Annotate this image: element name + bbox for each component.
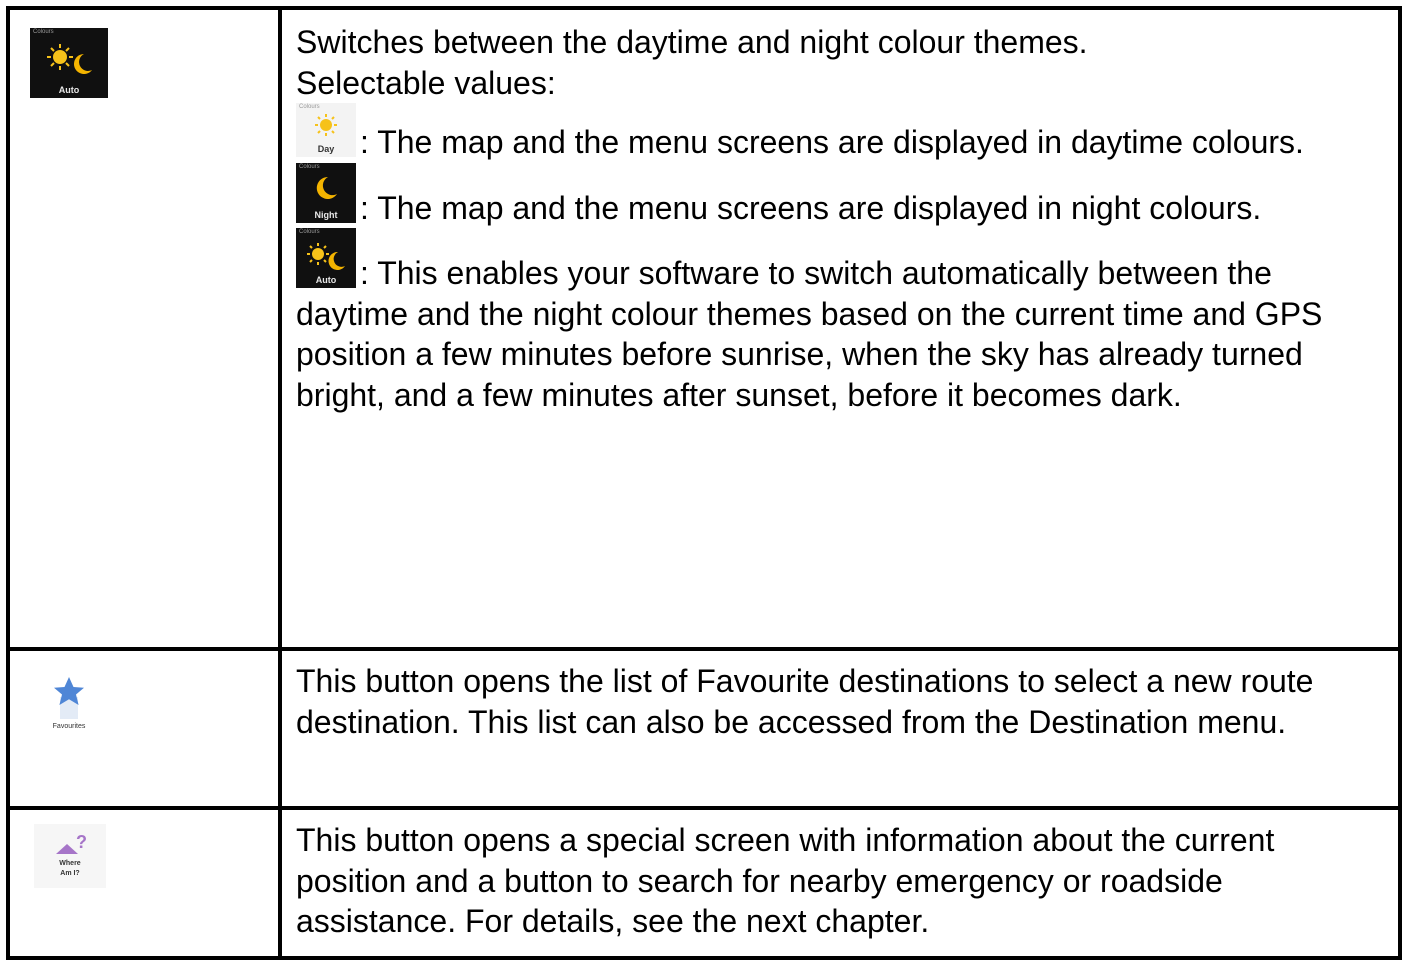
feature-table: Colours Auto Switches between the daytim… — [6, 6, 1402, 960]
column-divider — [278, 10, 282, 647]
where-am-i-icon: ? Where Am I? — [34, 824, 106, 888]
description-text: Selectable values: — [296, 64, 556, 101]
table-row-colours: Colours Auto Switches between the daytim… — [10, 10, 1398, 647]
description-text: This button opens the list of Favourite … — [296, 663, 1314, 740]
column-divider — [278, 810, 282, 960]
table-row-favourites: Favourites This button opens the list of… — [10, 651, 1398, 806]
table-row-where-am-i: ? Where Am I? This button opens a specia… — [10, 810, 1398, 960]
description-cell: This button opens the list of Favourite … — [296, 661, 1384, 742]
icon-cell: Colours Auto — [10, 10, 278, 647]
colours-day-icon: Colours Day — [296, 103, 356, 157]
svg-text:?: ? — [76, 832, 87, 852]
description-text: Switches between the daytime and night c… — [296, 24, 1088, 60]
column-divider — [278, 651, 282, 806]
colours-night-icon: Colours Night — [296, 162, 356, 223]
description-cell: This button opens a special screen with … — [296, 820, 1384, 942]
colours-auto-icon: Colours Auto — [296, 228, 356, 288]
option-auto: Colours Auto: This enables your softwar… — [296, 228, 1323, 413]
description-text: This button opens a special screen with … — [296, 822, 1275, 939]
colours-auto-icon: Colours Auto — [30, 28, 108, 98]
description-cell: Switches between the daytime and night c… — [296, 22, 1384, 415]
icon-cell: Favourites — [10, 651, 278, 806]
favourites-star-icon: Favourites — [34, 671, 104, 735]
icon-cell: ? Where Am I? — [10, 810, 278, 960]
option-night: Colours Night : The map and the menu scr… — [296, 162, 1384, 229]
option-day: Colours Day: The map and the menu scree… — [296, 103, 1384, 163]
